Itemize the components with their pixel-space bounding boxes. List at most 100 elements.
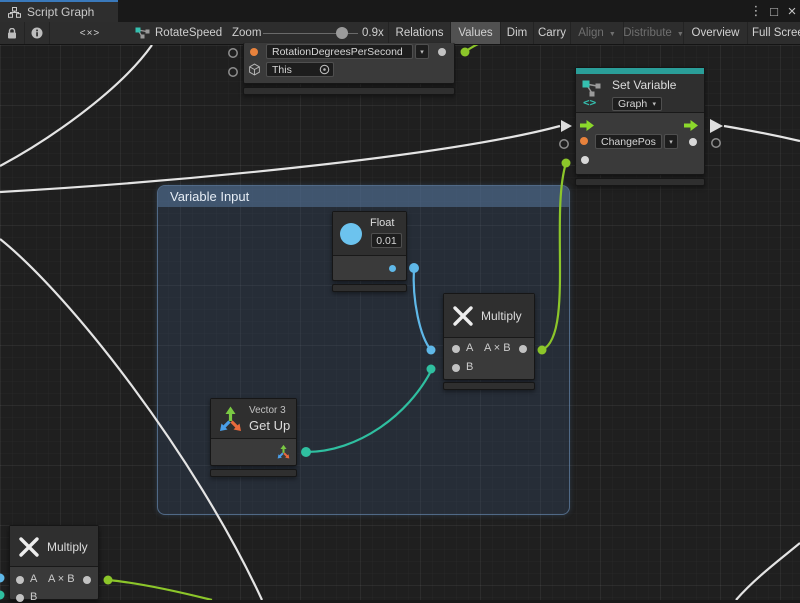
flow-wire-bottom-right [736,543,800,600]
flow-wire [0,45,152,166]
this-label: This [272,64,292,76]
node-footer [332,284,407,292]
chevron-down-icon: ▼ [609,31,616,38]
graph-canvas[interactable]: Variable Input [0,45,800,600]
node-footer [243,87,455,95]
vector3-icon [217,405,244,432]
scope-dropdown[interactable]: Graph ▾ [612,97,662,111]
node-footer [575,178,705,186]
variable-port-dot[interactable] [250,48,258,56]
maximize-icon[interactable]: □ [765,0,783,22]
value-wire-green-bottom [108,580,212,600]
variable-dropdown-button[interactable]: ▾ [664,134,678,149]
group-title: Variable Input [170,189,249,204]
port-dot-green[interactable] [104,576,113,585]
multiply-icon [452,305,474,327]
dim-button[interactable]: Dim [500,22,533,44]
ring-port[interactable] [229,68,237,76]
flow-wire-out [724,126,800,141]
code-icon: <×> [80,28,101,39]
multiply-icon [18,536,40,558]
carry-button[interactable]: Carry [533,22,570,44]
group-header[interactable]: Variable Input [158,186,569,207]
node-get-variable[interactable]: RotationDegreesPerSecond ▾ This [243,43,455,84]
float-value-input[interactable]: 0.01 [371,233,402,248]
input-port-a-dot[interactable] [16,576,24,584]
port-dot-teal[interactable] [0,591,5,600]
output-port-dot[interactable] [83,576,91,584]
variable-name-dropdown[interactable]: ChangePos [595,134,662,149]
distribute-button[interactable]: Distribute ▼ [623,22,683,44]
tab-title: Script Graph [27,5,94,19]
align-label: Align [578,27,604,39]
vector3-output-icon[interactable] [276,444,291,459]
input-port-b-dot[interactable] [16,594,24,602]
node-set-variable[interactable]: <> Set Variable Graph ▾ ChangePos ▾ [575,67,705,175]
variable-name-dropdown[interactable]: RotationDegreesPerSecond [266,44,413,59]
node-title: Multiply [481,309,522,323]
node-body [333,256,406,280]
node-multiply[interactable]: Multiply A A × B B [443,293,535,380]
port-dot-green[interactable] [461,48,470,57]
code-view-button[interactable]: <×> [49,22,130,44]
zoom-label: Zoom [232,22,261,44]
breadcrumb[interactable]: RotateSpeed [135,22,222,44]
zoom-slider-handle[interactable] [336,27,348,39]
variable-name: RotationDegreesPerSecond [272,46,403,58]
output-port-dot[interactable] [519,345,527,353]
values-button[interactable]: Values [450,22,500,44]
chevron-down-icon: ▾ [652,100,656,108]
window-menu-icon[interactable]: ⋮ [747,0,765,22]
align-button[interactable]: Align ▼ [570,22,623,44]
ring-port[interactable] [229,49,237,57]
full-screen-button[interactable]: Full Screen [747,22,800,44]
node-body: A A × B B [444,338,534,379]
variable-port-dot[interactable] [580,137,588,145]
port-dot-green[interactable] [562,159,571,168]
info-button[interactable] [24,22,49,44]
input-port-a-dot[interactable] [452,345,460,353]
output-port-dot[interactable] [438,48,446,56]
port-out-label: A × B [484,342,511,354]
zoom-value: 0.9x [362,22,384,44]
flow-port-triangle[interactable] [710,119,723,133]
node-body [211,439,296,465]
ring-port[interactable] [712,139,720,147]
float-value: 0.01 [376,235,396,247]
close-icon[interactable]: × [783,0,800,22]
node-footer [210,469,297,477]
this-object-field[interactable]: This [266,62,334,77]
input-port-b-dot[interactable] [452,364,460,372]
lock-button[interactable] [0,22,24,44]
node-multiply-2[interactable]: Multiply A A × B B [9,525,99,600]
distribute-label: Distribute [623,27,672,39]
svg-text:<>: <> [583,96,597,107]
variable-dropdown-button[interactable]: ▾ [415,44,429,59]
node-body: ChangePos ▾ [576,113,704,175]
object-picker-icon[interactable] [319,64,330,75]
node-title: Set Variable [612,78,676,92]
info-icon [31,27,43,39]
flow-port-triangle[interactable] [561,120,572,132]
tab-script-graph[interactable]: Script Graph [0,0,118,22]
node-float[interactable]: Float 0.01 [332,211,407,281]
lock-icon [7,28,17,39]
chevron-down-icon: ▾ [420,48,424,56]
ring-port[interactable] [560,140,568,148]
node-title: Get Up [249,418,290,433]
node-vector3-get-up[interactable]: Vector 3 Get Up [210,398,297,466]
node-title: Float [370,217,394,229]
hierarchy-icon [8,7,21,18]
overview-button[interactable]: Overview [683,22,747,44]
output-port-dot[interactable] [389,265,396,272]
output-port-dot[interactable] [689,138,697,146]
set-variable-icon: <> [582,79,604,107]
port-b-label: B [466,361,473,373]
value-input-port-dot[interactable] [581,156,589,164]
port-dot-blue[interactable] [0,574,5,583]
flow-in-arrow-icon[interactable] [580,120,594,131]
node-subtitle: Vector 3 [249,405,286,416]
relations-button[interactable]: Relations [388,22,450,44]
graph-toolbar: <×> RotateSpeed Zoom 0.9x Relations Valu… [0,22,800,45]
flow-out-arrow-icon[interactable] [684,120,698,131]
